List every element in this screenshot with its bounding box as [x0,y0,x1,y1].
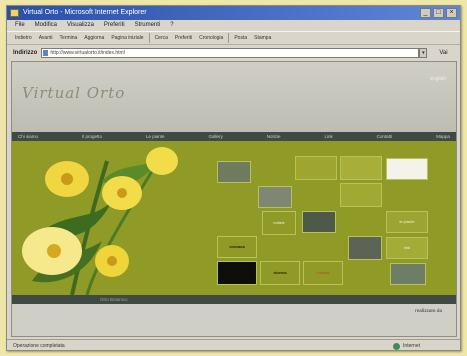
tile-green[interactable]: link [386,237,428,259]
back-button[interactable]: Indietro [13,33,34,43]
browser-icon [10,9,19,17]
language-link[interactable]: english [430,76,446,82]
minimize-button[interactable]: _ [420,8,431,18]
tile-blank[interactable] [340,156,382,180]
title-bar: Virtual Orto - Microsoft Internet Explor… [7,6,460,20]
site-header: Virtual Orto english [12,62,456,132]
nav-item[interactable]: Mappa [436,132,450,141]
photo-tile[interactable] [258,186,292,208]
nav-item[interactable]: Chi siamo [18,132,38,141]
tile-blank[interactable] [295,156,337,180]
tile-dark[interactable]: ricerca [260,261,300,285]
tile-label: link [403,244,410,250]
page-icon [43,49,49,56]
address-bar: Indirizzo http://www.virtualorto.it/inde… [7,46,460,59]
close-button[interactable]: × [446,8,457,18]
address-label: Indirizzo [13,49,38,56]
tile-green[interactable]: le piante [386,211,428,233]
address-dropdown-button[interactable]: ▾ [419,47,428,58]
nav-item[interactable]: Notizie [267,132,281,141]
refresh-button[interactable]: Aggiorna [82,33,106,43]
site-logo[interactable]: Virtual Orto [22,84,125,102]
search-button[interactable]: Cerca [153,33,170,43]
home-button[interactable]: Pagina iniziale [109,33,145,43]
tile-red[interactable]: contatti [303,261,343,285]
menu-file[interactable]: File [15,20,25,30]
nav-item[interactable]: Gallery [208,132,222,141]
favorites-button[interactable]: Preferiti [173,33,194,43]
go-button[interactable]: Vai [439,50,447,56]
address-url: http://www.virtualorto.it/index.html [50,49,125,56]
status-bar: Operazione completata Internet [7,339,460,350]
site-footer-bar: Orto Botanico [12,295,456,304]
forward-button[interactable]: Avanti [37,33,55,43]
menu-tools[interactable]: Strumenti [135,20,161,30]
zone-label: Internet [403,343,420,349]
globe-icon [393,342,401,350]
nav-item[interactable]: Il progetto [82,132,102,141]
page-bottom: realizzato da [12,304,456,336]
nav-item[interactable]: Le piante [146,132,165,141]
menu-help[interactable]: ? [170,20,173,30]
menu-bar: File Modifica Visualizza Preferiti Strum… [7,20,460,30]
nav-item[interactable]: Link [324,132,332,141]
footer-text: Orto Botanico [100,297,128,302]
tile-label: ricerca [273,269,287,275]
tile-label: contatti [316,269,330,275]
tile-label: le piante [399,218,415,224]
window-title: Virtual Orto - Microsoft Internet Explor… [23,9,147,16]
stop-button[interactable]: Termina [58,33,80,43]
toolbar-divider [228,33,230,43]
tile-label: cronaca [229,243,245,249]
site-nav: Chi siamo Il progetto Le piante Gallery … [12,132,456,141]
tile-label: notizie [273,219,285,225]
nav-item[interactable]: Contatti [377,132,393,141]
window-controls: _ □ × [420,8,457,18]
browser-window: Virtual Orto - Microsoft Internet Explor… [6,5,461,351]
menu-edit[interactable]: Modifica [35,20,57,30]
toolbar: Indietro Avanti Termina Aggiorna Pagina … [7,31,460,45]
print-button[interactable]: Stampa [252,33,273,43]
photo-tile[interactable] [348,236,382,260]
menu-favorites[interactable]: Preferiti [104,20,125,30]
menu-view[interactable]: Visualizza [67,20,94,30]
toolbar-divider [148,33,150,43]
mail-button[interactable]: Posta [232,33,249,43]
tile-olive[interactable]: notizie [262,211,296,235]
credits-note: realizzato da [414,308,442,313]
security-zone: Internet [393,342,420,350]
photo-tile[interactable] [217,161,251,183]
tile-white[interactable] [386,158,428,180]
tile-dark[interactable]: cronaca [217,236,257,258]
address-input[interactable]: http://www.virtualorto.it/index.html [41,47,420,58]
hero-stage: notizie le piante cronaca link ricerca c… [12,141,456,295]
flower-illustration [22,147,178,295]
tile-black[interactable] [217,261,257,285]
page-viewport: Virtual Orto english Chi siamo Il proget… [11,61,457,337]
tile-blank[interactable] [340,183,382,207]
history-button[interactable]: Cronologia [197,33,225,43]
status-text: Operazione completata [13,343,65,349]
photo-tile[interactable] [302,211,336,233]
photo-tile[interactable] [390,263,426,285]
maximize-button[interactable]: □ [433,8,444,18]
